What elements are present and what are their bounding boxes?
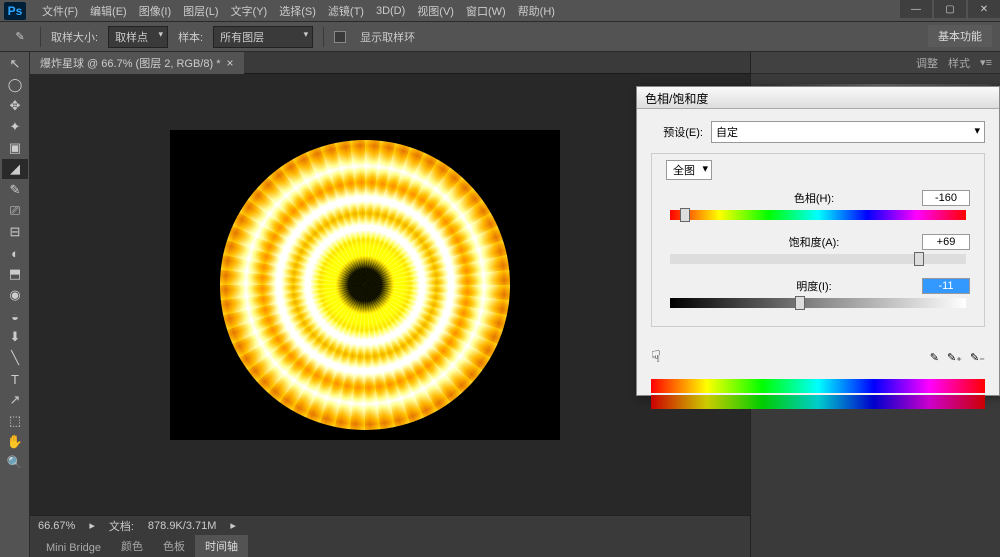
show-ring-label: 显示取样环 [360,29,415,45]
doc-label: 文档: [109,518,134,534]
hue-saturation-dialog: 色相/饱和度 预设(E): 自定 全图 色相(H): [636,86,1000,396]
toolbar: ↖ ◯ ✥ ✦ ▣ ◢ ✎ ⎚ ⊟ ◐ ⬒ ◉ ◒ ⬇ ╲ T ↗ ⬚ ✋ 🔍 [0,52,30,557]
window-controls: — ▢ ✕ [898,0,1000,18]
tool-brush[interactable]: ⎚ [2,201,28,221]
saturation-input[interactable] [922,234,970,250]
document-tabbar: 爆炸星球 @ 66.7% (图层 2, RGB/8) * × [30,52,750,74]
tab-style[interactable]: 样式 [948,55,970,71]
tab-color[interactable]: 颜色 [111,535,153,557]
menu-layer[interactable]: 图层(L) [177,1,224,21]
menu-image[interactable]: 图像(I) [133,1,177,21]
menu-3d[interactable]: 3D(D) [370,3,411,19]
close-button[interactable]: ✕ [968,0,1000,18]
spectrum-bottom [651,395,985,409]
lightness-slider[interactable] [670,298,966,308]
tool-hand[interactable]: ✋ [2,432,28,452]
saturation-slider[interactable] [670,254,966,264]
tool-crop[interactable]: ▣ [2,138,28,158]
lightness-label: 明度(I): [706,278,922,294]
show-ring-checkbox[interactable] [334,31,346,43]
options-bar: ✎ 取样大小: 取样点 样本: 所有图层 显示取样环 基本功能 [0,22,1000,52]
hue-slider[interactable] [670,210,966,220]
saturation-thumb[interactable] [914,252,924,266]
panel-menu-icon[interactable]: ▾≡ [980,56,992,69]
tool-history[interactable]: ◐ [2,243,28,263]
eyedropper-icon[interactable]: ✎ [10,27,30,47]
channel-group: 全图 色相(H): 饱和度(A): [651,153,985,327]
eyedropper-sub-icon[interactable]: ✎₋ [970,351,985,364]
bottom-panel-tabs: Mini Bridge 颜色 色板 时间轴 [30,535,750,557]
tool-path[interactable]: ↗ [2,390,28,410]
tool-lasso[interactable]: ✥ [2,96,28,116]
dialog-title: 色相/饱和度 [637,87,999,109]
minimize-button[interactable]: — [900,0,932,18]
zoom-level[interactable]: 66.67% [38,520,75,532]
tool-shape[interactable]: ⬚ [2,411,28,431]
artwork [220,140,510,430]
sample-label: 样本: [178,29,203,45]
ps-logo: Ps [4,2,26,20]
panel-header: 调整 样式 ▾≡ [751,52,1000,74]
spectrum-top [651,379,985,393]
document-tab-title: 爆炸星球 @ 66.7% (图层 2, RGB/8) * [40,55,221,71]
sample-size-label: 取样大小: [51,29,98,45]
doc-size: 878.9K/3.71M [148,520,217,532]
hue-thumb[interactable] [680,208,690,222]
preset-label: 预设(E): [651,124,703,140]
menubar: Ps 文件(F) 编辑(E) 图像(I) 图层(L) 文字(Y) 选择(S) 滤… [0,0,1000,22]
tool-stamp[interactable]: ⊟ [2,222,28,242]
lightness-thumb[interactable] [795,296,805,310]
menu-help[interactable]: 帮助(H) [512,1,561,21]
tool-eraser[interactable]: ⬒ [2,264,28,284]
tool-type[interactable]: T [2,369,28,389]
hand-tool-icon[interactable]: ☟ [651,347,661,367]
canvas[interactable] [170,130,560,440]
workspace-switcher[interactable]: 基本功能 [928,25,992,47]
lightness-input[interactable] [922,278,970,294]
tool-wand[interactable]: ✦ [2,117,28,137]
eyedropper-add-icon[interactable]: ✎₊ [947,351,962,364]
menu-edit[interactable]: 编辑(E) [84,1,133,21]
tool-blur[interactable]: ◒ [2,306,28,326]
tool-zoom[interactable]: 🔍 [2,453,28,473]
menu-type[interactable]: 文字(Y) [225,1,274,21]
tool-marquee[interactable]: ◯ [2,75,28,95]
tool-dodge[interactable]: ⬇ [2,327,28,347]
menu-filter[interactable]: 滤镜(T) [322,1,370,21]
status-bar: 66.67% ▸ 文档: 878.9K/3.71M ▸ [30,515,750,535]
maximize-button[interactable]: ▢ [934,0,966,18]
tab-close-icon[interactable]: × [227,56,234,70]
menu-view[interactable]: 视图(V) [411,1,460,21]
hue-input[interactable] [922,190,970,206]
channel-select[interactable]: 全图 [666,160,712,180]
menu-file[interactable]: 文件(F) [36,1,84,21]
tool-move[interactable]: ↖ [2,54,28,74]
sample-size-select[interactable]: 取样点 [108,26,168,48]
sample-select[interactable]: 所有图层 [213,26,313,48]
menu-select[interactable]: 选择(S) [273,1,322,21]
tool-pen[interactable]: ╲ [2,348,28,368]
tool-heal[interactable]: ✎ [2,180,28,200]
menu-window[interactable]: 窗口(W) [460,1,512,21]
tab-minibridge[interactable]: Mini Bridge [36,539,111,557]
eyedropper-icon[interactable]: ✎ [930,351,939,364]
tab-timeline[interactable]: 时间轴 [195,535,248,557]
tool-gradient[interactable]: ◉ [2,285,28,305]
tool-eyedropper[interactable]: ◢ [2,159,28,179]
tab-swatch[interactable]: 色板 [153,535,195,557]
hue-label: 色相(H): [706,190,922,206]
tab-adjust[interactable]: 调整 [916,55,938,71]
preset-select[interactable]: 自定 [711,121,985,143]
document-tab[interactable]: 爆炸星球 @ 66.7% (图层 2, RGB/8) * × [30,52,244,74]
saturation-label: 饱和度(A): [706,234,922,250]
